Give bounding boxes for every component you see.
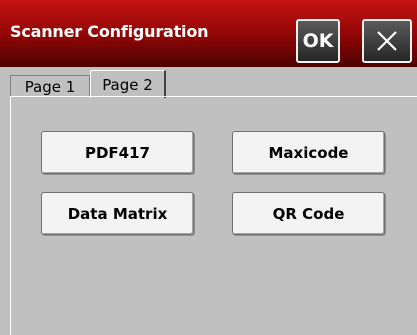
close-button[interactable] [362,19,412,63]
pdf417-button[interactable]: PDF417 [41,131,194,174]
close-icon [377,31,397,51]
tab-strip: Page 1 Page 2 [0,67,417,98]
data-matrix-button[interactable]: Data Matrix [41,192,194,235]
title-bar: Scanner Configuration OK [0,0,417,67]
window-title: Scanner Configuration [10,22,209,41]
tab-page-2[interactable]: Page 2 [90,70,166,98]
maxicode-button[interactable]: Maxicode [232,131,385,174]
scanner-configuration-window: Scanner Configuration OK Page 1 Page 2 P… [0,0,417,335]
qr-code-button[interactable]: QR Code [232,192,385,235]
ok-button[interactable]: OK [296,19,340,63]
tab-page-1[interactable]: Page 1 [10,75,90,97]
